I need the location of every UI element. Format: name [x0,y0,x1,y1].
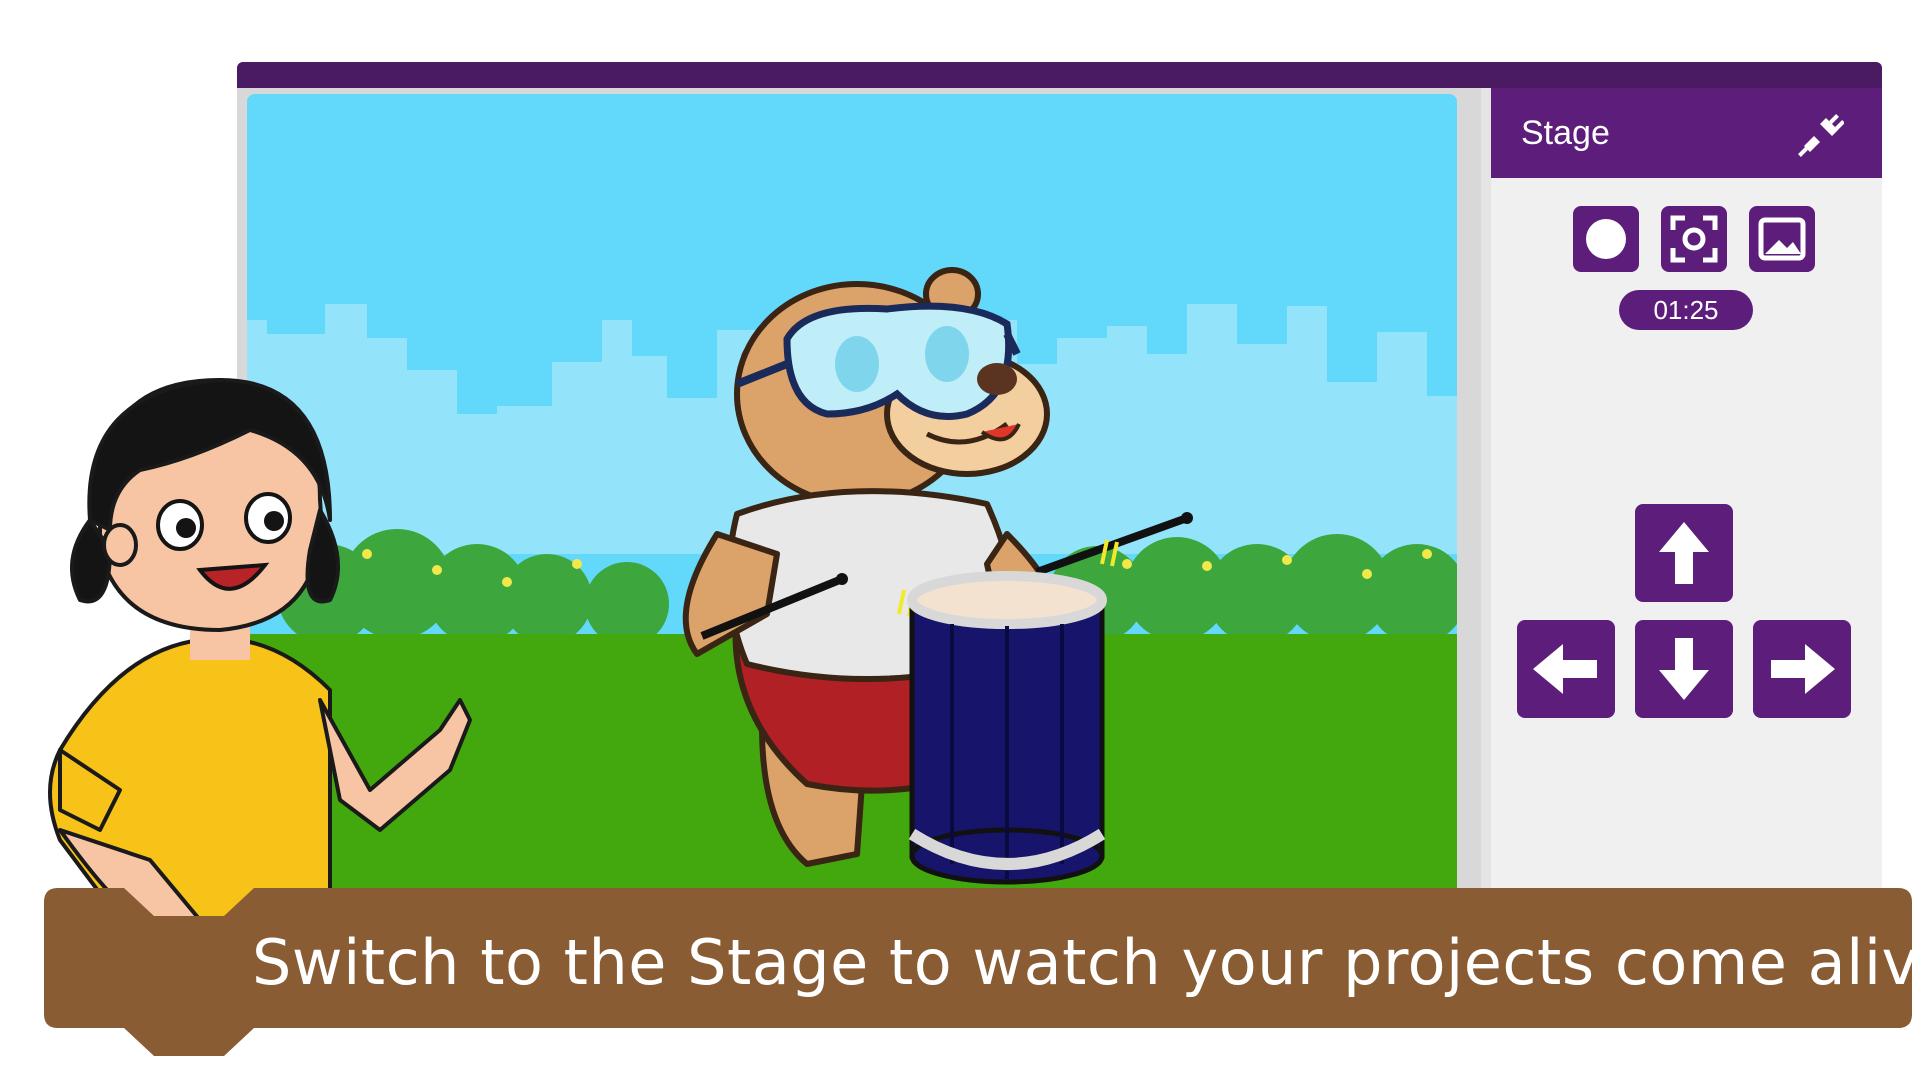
camera-focus-icon [1670,215,1718,263]
record-button[interactable] [1573,206,1639,272]
timer-display: 01:25 [1619,290,1753,330]
image-icon [1758,217,1806,261]
caption-text: Switch to the Stage to watch your projec… [252,926,1920,999]
girl-character [48,378,472,920]
arrow-down-icon [1659,638,1709,700]
arrow-right-button[interactable] [1753,620,1851,718]
backdrop-button[interactable] [1749,206,1815,272]
arrow-right-icon [1771,644,1835,694]
caption-bar: Switch to the Stage to watch your projec… [44,888,1920,1056]
arrow-up-button[interactable] [1635,504,1733,602]
panel-header: Stage [1491,88,1882,178]
arrow-left-button[interactable] [1517,620,1615,718]
stage-side-panel: Stage 01:25 [1481,88,1882,912]
arrow-left-icon [1533,644,1597,694]
record-icon [1586,219,1626,259]
plug-connect-icon[interactable] [1796,112,1844,160]
panel-title: Stage [1521,114,1610,152]
arrow-down-button[interactable] [1635,620,1733,718]
arrow-up-icon [1659,522,1709,584]
screenshot-button[interactable] [1661,206,1727,272]
title-strip [237,62,1882,88]
